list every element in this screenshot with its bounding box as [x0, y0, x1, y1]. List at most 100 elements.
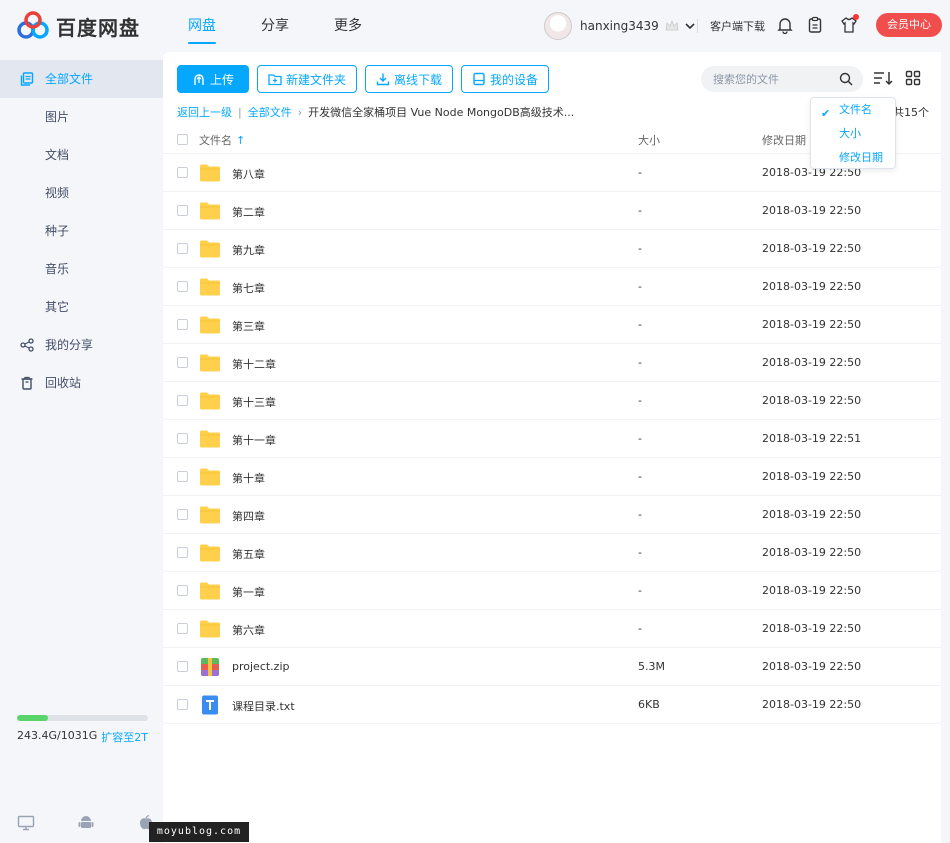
- table-row[interactable]: 第十二章 - 2018-03-19 22:50: [163, 344, 941, 382]
- file-name[interactable]: 第十章: [232, 470, 265, 486]
- file-name[interactable]: 第三章: [232, 318, 265, 334]
- file-name[interactable]: 第六章: [232, 622, 265, 638]
- sort-option-name[interactable]: ✔ 文件名: [811, 98, 895, 122]
- nav-more[interactable]: 更多: [334, 0, 362, 52]
- sidebar-item-my-shares[interactable]: 我的分享: [0, 326, 163, 364]
- file-size: -: [638, 204, 642, 217]
- file-name[interactable]: 第十二章: [232, 356, 276, 372]
- file-name[interactable]: 第十三章: [232, 394, 276, 410]
- row-checkbox[interactable]: [177, 281, 188, 292]
- table-row[interactable]: 第六章 - 2018-03-19 22:50: [163, 610, 941, 648]
- sidebar-item-images[interactable]: 图片: [0, 98, 163, 136]
- sidebar-item-all-files[interactable]: 全部文件: [0, 60, 163, 98]
- file-name[interactable]: 第九章: [232, 242, 265, 258]
- file-name[interactable]: 课程目录.txt: [232, 698, 295, 714]
- grid-view-icon[interactable]: [905, 70, 921, 86]
- table-row[interactable]: 第五章 - 2018-03-19 22:50: [163, 534, 941, 572]
- sidebar-item-torrents[interactable]: 种子: [0, 212, 163, 250]
- column-name[interactable]: 文件名 ↑: [199, 132, 245, 148]
- sort-dropdown: ✔ 文件名 大小 修改日期: [810, 97, 896, 169]
- new-folder-button[interactable]: 新建文件夹: [257, 65, 358, 93]
- table-row[interactable]: 第七章 - 2018-03-19 22:50: [163, 268, 941, 306]
- username[interactable]: hanxing3439: [580, 19, 659, 33]
- row-checkbox[interactable]: [177, 661, 188, 672]
- android-icon[interactable]: [77, 815, 95, 831]
- table-row[interactable]: 第十一章 - 2018-03-19 22:51: [163, 420, 941, 458]
- file-name[interactable]: 第十一章: [232, 432, 276, 448]
- breadcrumb-separator: |: [238, 105, 242, 119]
- file-name[interactable]: 第八章: [232, 166, 265, 182]
- table-row[interactable]: 课程目录.txt 6KB 2018-03-19 22:50: [163, 686, 941, 724]
- sidebar-item-other[interactable]: 其它: [0, 288, 163, 326]
- table-row[interactable]: 第二章 - 2018-03-19 22:50: [163, 192, 941, 230]
- breadcrumb-back[interactable]: 返回上一级: [177, 104, 232, 120]
- search-icon[interactable]: [839, 72, 853, 86]
- nav-netdisk[interactable]: 网盘: [188, 0, 216, 52]
- file-name[interactable]: project.zip: [232, 660, 290, 673]
- sort-option-size[interactable]: 大小: [811, 122, 895, 146]
- row-checkbox[interactable]: [177, 509, 188, 520]
- nav-share[interactable]: 分享: [261, 0, 289, 52]
- baidu-cloud-logo-icon: [17, 11, 49, 39]
- breadcrumb-root[interactable]: 全部文件: [248, 104, 292, 120]
- column-size[interactable]: 大小: [638, 132, 660, 148]
- files-icon: [20, 72, 34, 86]
- bell-icon[interactable]: [776, 16, 794, 34]
- folder-icon: [200, 468, 220, 486]
- new-folder-label: 新建文件夹: [286, 72, 347, 87]
- table-row[interactable]: 第十章 - 2018-03-19 22:50: [163, 458, 941, 496]
- expand-storage-link[interactable]: 扩容至2T: [101, 729, 148, 745]
- file-name[interactable]: 第二章: [232, 204, 265, 220]
- file-date: 2018-03-19 22:50: [762, 356, 862, 369]
- row-checkbox[interactable]: [177, 357, 188, 368]
- row-checkbox[interactable]: [177, 699, 188, 710]
- sidebar-item-recycle-bin[interactable]: 回收站: [0, 364, 163, 402]
- search-placeholder: 搜索您的文件: [713, 73, 779, 86]
- table-row[interactable]: 第九章 - 2018-03-19 22:50: [163, 230, 941, 268]
- table-row[interactable]: 第四章 - 2018-03-19 22:50: [163, 496, 941, 534]
- sidebar-item-videos[interactable]: 视频: [0, 174, 163, 212]
- file-name[interactable]: 第七章: [232, 280, 265, 296]
- upload-button[interactable]: 上传: [177, 65, 250, 93]
- sidebar-item-music[interactable]: 音乐: [0, 250, 163, 288]
- vip-center-button[interactable]: 会员中心: [876, 13, 942, 37]
- table-row[interactable]: project.zip 5.3M 2018-03-19 22:50: [163, 648, 941, 686]
- file-size: 5.3M: [638, 660, 665, 673]
- table-row[interactable]: 第一章 - 2018-03-19 22:50: [163, 572, 941, 610]
- row-checkbox[interactable]: [177, 205, 188, 216]
- sidebar-item-documents[interactable]: 文档: [0, 136, 163, 174]
- file-date: 2018-03-19 22:50: [762, 204, 862, 217]
- desktop-icon[interactable]: [17, 815, 35, 831]
- file-name[interactable]: 第四章: [232, 508, 265, 524]
- row-checkbox[interactable]: [177, 585, 188, 596]
- row-checkbox[interactable]: [177, 471, 188, 482]
- row-checkbox[interactable]: [177, 319, 188, 330]
- text-file-icon: [202, 695, 218, 715]
- logo[interactable]: 百度网盘: [16, 10, 140, 42]
- file-size: 6KB: [638, 698, 660, 711]
- user-menu[interactable]: hanxing3439: [544, 12, 695, 40]
- row-checkbox[interactable]: [177, 547, 188, 558]
- row-checkbox[interactable]: [177, 623, 188, 634]
- clipboard-icon[interactable]: [806, 16, 824, 34]
- chevron-down-icon[interactable]: [685, 21, 695, 31]
- column-date[interactable]: 修改日期: [762, 132, 806, 148]
- file-name[interactable]: 第五章: [232, 546, 265, 562]
- client-download-link[interactable]: 客户端下载: [710, 18, 765, 34]
- row-checkbox[interactable]: [177, 243, 188, 254]
- select-all-checkbox[interactable]: [177, 134, 188, 145]
- table-row[interactable]: 第十三章 - 2018-03-19 22:50: [163, 382, 941, 420]
- row-checkbox[interactable]: [177, 433, 188, 444]
- file-name[interactable]: 第一章: [232, 584, 265, 600]
- sort-icon[interactable]: [873, 70, 893, 86]
- search-input[interactable]: 搜索您的文件: [701, 66, 863, 92]
- crown-icon: [665, 20, 679, 31]
- row-checkbox[interactable]: [177, 395, 188, 406]
- table-row[interactable]: 第三章 - 2018-03-19 22:50: [163, 306, 941, 344]
- row-checkbox[interactable]: [177, 167, 188, 178]
- my-devices-button[interactable]: 我的设备: [461, 65, 550, 93]
- avatar[interactable]: [544, 12, 572, 40]
- offline-download-button[interactable]: 离线下载: [365, 65, 454, 93]
- sort-option-date[interactable]: 修改日期: [811, 146, 895, 170]
- main-nav: 网盘 分享 更多: [188, 0, 407, 52]
